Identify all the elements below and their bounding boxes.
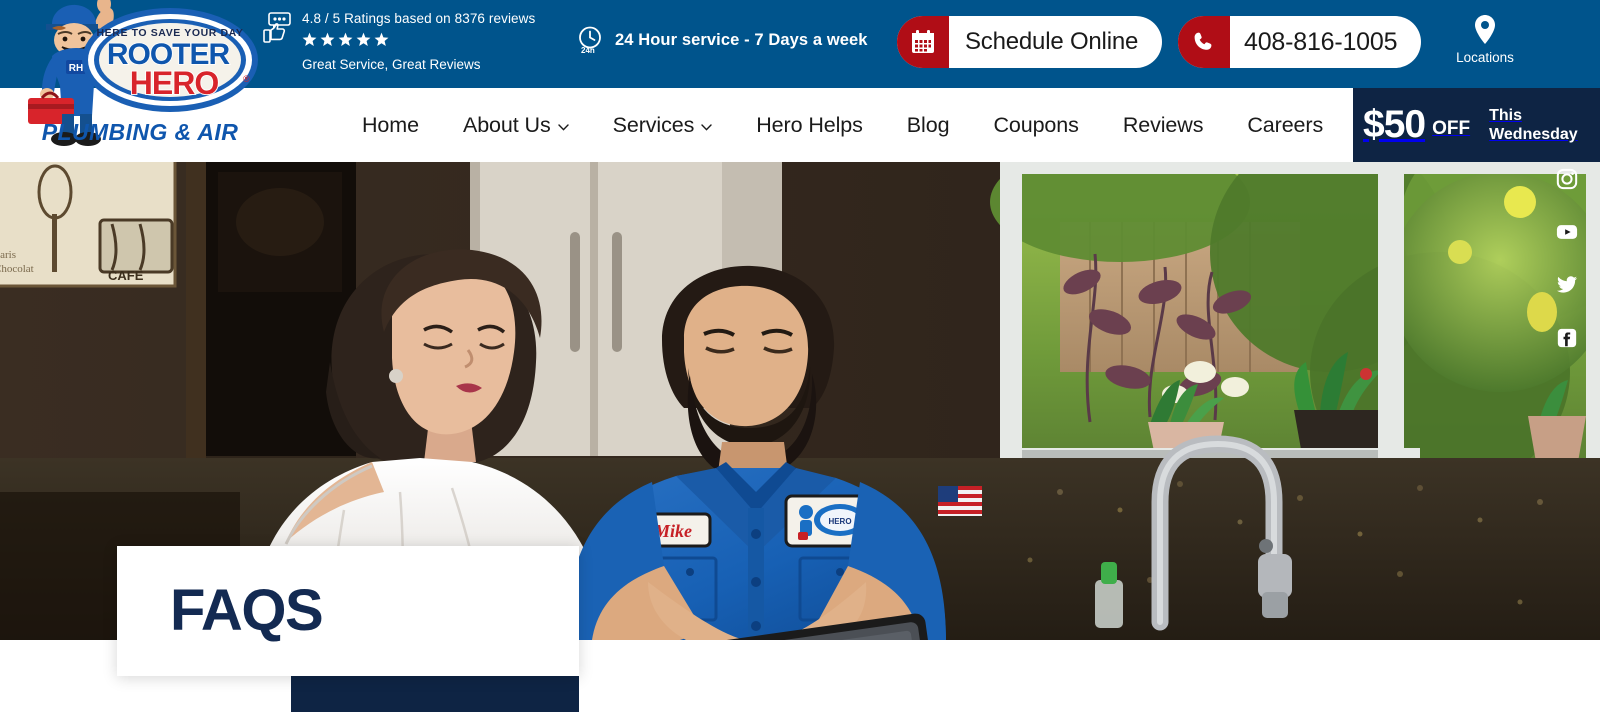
- page-title: FAQS: [170, 578, 324, 643]
- promo-offer-badge[interactable]: $50 OFF This Wednesday: [1353, 88, 1600, 162]
- site-logo[interactable]: RH HERE TO SAVE YOUR DAY ROOTER HERO ® P…: [18, 0, 266, 150]
- rating-block: 4.8 / 5 Ratings based on 8376 reviews Gr…: [262, 10, 535, 73]
- nav-item-about-us[interactable]: About Us: [441, 113, 591, 138]
- svg-text:HERO: HERO: [828, 517, 851, 526]
- star-icon: [320, 32, 335, 46]
- svg-text:24h: 24h: [581, 46, 595, 55]
- nav-item-home[interactable]: Home: [362, 113, 441, 138]
- star-icon: [338, 32, 353, 46]
- schedule-online-label: Schedule Online: [965, 28, 1139, 55]
- nav-label: Blog: [906, 112, 950, 137]
- nav-label: Careers: [1247, 112, 1324, 137]
- promo-when-label: This Wednesday: [1489, 107, 1578, 143]
- hours-text: 24 Hour service - 7 Days a week: [615, 30, 868, 49]
- svg-text:Chocolat: Chocolat: [0, 263, 34, 275]
- svg-text:®: ®: [243, 74, 250, 84]
- rooter-hero-logo: RH HERE TO SAVE YOUR DAY ROOTER HERO ® P…: [28, 0, 258, 146]
- schedule-online-button[interactable]: Schedule Online: [897, 16, 1163, 68]
- nav-item-coupons[interactable]: Coupons: [971, 113, 1100, 138]
- calendar-icon: [897, 16, 949, 68]
- svg-text:RH: RH: [69, 63, 83, 74]
- locations-label: Locations: [1456, 50, 1514, 65]
- star-icon: [374, 32, 389, 46]
- social-media-rail: [1556, 168, 1578, 349]
- rating-summary: 4.8 / 5 Ratings based on 8376 reviews: [302, 11, 536, 26]
- svg-text:HERO: HERO: [130, 65, 219, 101]
- rating-tagline: Great Service, Great Reviews: [302, 57, 481, 72]
- nav-item-reviews[interactable]: Reviews: [1101, 113, 1226, 138]
- locations-link[interactable]: Locations: [1452, 14, 1518, 65]
- thumbs-up-review-icon: [263, 12, 291, 43]
- phone-number-label: 408-816-1005: [1244, 27, 1398, 56]
- nav-label: About Us: [462, 112, 551, 137]
- twitter-link[interactable]: [1556, 274, 1578, 296]
- 24h-clock-icon: 24h: [579, 26, 601, 55]
- facebook-icon: [1557, 328, 1577, 348]
- promo-amount: $50: [1363, 103, 1426, 146]
- instagram-icon: [1556, 168, 1578, 190]
- nav-item-careers[interactable]: Careers: [1225, 113, 1345, 138]
- nav-label: Home: [362, 112, 419, 137]
- nav-item-services[interactable]: Services: [591, 113, 735, 138]
- star-icon: [356, 32, 371, 46]
- svg-text:CAFE: CAFE: [108, 268, 144, 283]
- youtube-icon: [1556, 225, 1578, 239]
- youtube-link[interactable]: [1556, 221, 1578, 243]
- facebook-link[interactable]: [1556, 327, 1578, 349]
- nav-items: Home About Us Services Hero Helps Blog C…: [362, 88, 1454, 162]
- chevron-down-icon: [557, 123, 569, 131]
- hours-block: 24h 24 Hour service - 7 Days a week: [575, 25, 868, 55]
- phone-icon: [1178, 16, 1230, 68]
- nav-item-hero-helps[interactable]: Hero Helps: [734, 113, 885, 138]
- phone-button[interactable]: 408-816-1005: [1178, 16, 1422, 68]
- page-title-card: FAQS: [117, 546, 579, 676]
- promo-off-label: OFF: [1432, 117, 1471, 139]
- rating-stars: [302, 32, 535, 47]
- logo-tagline-bottom: PLUMBING & AIR: [42, 119, 238, 145]
- map-pin-icon: [1475, 15, 1495, 44]
- svg-text:Paris: Paris: [0, 249, 16, 261]
- page-root: 4.8 / 5 Ratings based on 8376 reviews Gr…: [0, 0, 1600, 712]
- star-icon: [302, 32, 317, 46]
- twitter-icon: [1556, 276, 1578, 293]
- nav-item-blog[interactable]: Blog: [885, 113, 972, 138]
- nav-label: Reviews: [1122, 112, 1204, 137]
- chevron-down-icon: [701, 123, 712, 131]
- nav-label: Services: [612, 112, 695, 137]
- nav-label: Hero Helps: [756, 112, 863, 137]
- nav-label: Coupons: [993, 112, 1079, 137]
- instagram-link[interactable]: [1556, 168, 1578, 190]
